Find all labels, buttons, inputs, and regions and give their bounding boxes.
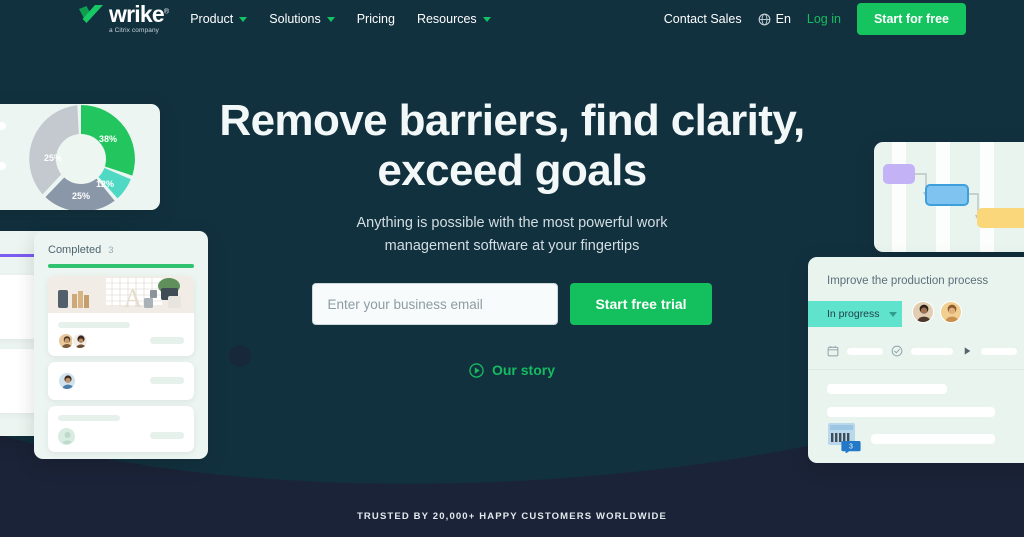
nav-actions: Contact Sales En Log in Start for free — [664, 3, 966, 35]
logo-wordmark: wrike® — [109, 1, 169, 28]
nav-item-solutions[interactable]: Solutions — [269, 12, 335, 26]
nav-item-pricing[interactable]: Pricing — [357, 12, 395, 26]
start-for-free-button[interactable]: Start for free — [856, 3, 966, 35]
nav-item-resources[interactable]: Resources — [417, 12, 491, 26]
nav-item-label: Product — [190, 12, 234, 26]
attachment-count: 3 — [849, 444, 853, 451]
avatar-placeholder[interactable] — [58, 428, 75, 445]
placeholder-bar — [827, 407, 995, 417]
chevron-down-icon — [482, 16, 491, 22]
page-root: 38% 12% 25% 25% Completed 3 A Improve th… — [0, 0, 1024, 537]
attachment-thumbnail[interactable]: 3 — [827, 423, 863, 453]
contact-sales-link[interactable]: Contact Sales — [664, 12, 742, 26]
placeholder-bar — [58, 415, 120, 421]
play-circle-icon — [469, 363, 484, 378]
placeholder-bar — [871, 434, 995, 444]
globe-icon — [758, 13, 770, 25]
chevron-down-icon — [239, 16, 248, 22]
logo-tagline: a Citrix company — [109, 27, 160, 35]
wrike-checkmark-icon — [79, 5, 103, 24]
nav-item-label: Pricing — [356, 12, 395, 26]
our-story-label: Our story — [491, 362, 555, 379]
placeholder-bar — [150, 432, 184, 439]
nav-links: Product Solutions Pricing Resources — [190, 12, 491, 26]
top-navigation: wrike® a Citrix company Product Solution… — [0, 0, 1024, 38]
placeholder-bar — [827, 384, 947, 394]
logo[interactable]: wrike® a Citrix company — [79, 1, 169, 35]
task-card[interactable] — [48, 406, 194, 452]
logo-name: wrike — [109, 1, 165, 28]
page-title: Remove barriers, find clarity, exceed go… — [0, 96, 1024, 196]
hero-subtitle: Anything is possible with the most power… — [0, 212, 1024, 257]
language-label: En — [775, 12, 791, 26]
hero-section: Remove barriers, find clarity, exceed go… — [0, 0, 1024, 378]
email-field[interactable] — [312, 283, 559, 326]
hero-subtitle-line-1: Anything is possible with the most power… — [356, 215, 668, 232]
start-free-trial-button[interactable]: Start free trial — [570, 283, 712, 326]
signup-form: Start free trial — [0, 283, 1024, 326]
hero-subtitle-line-2: management software at your fingertips — [384, 237, 640, 254]
hero-title-line-2: exceed goals — [377, 146, 647, 196]
nav-item-product[interactable]: Product — [190, 12, 248, 26]
language-switcher[interactable]: En — [758, 12, 791, 26]
our-story-link[interactable]: Our story — [0, 362, 1024, 378]
registered-mark: ® — [163, 8, 169, 16]
nav-item-label: Resources — [416, 12, 477, 26]
hero-title-line-1: Remove barriers, find clarity, — [219, 96, 805, 145]
trusted-by-text: TRUSTED BY 20,000+ HAPPY CUSTOMERS WORLD… — [356, 511, 668, 522]
nav-item-label: Solutions — [269, 12, 321, 26]
chevron-down-icon — [326, 16, 335, 22]
login-link[interactable]: Log in — [807, 12, 841, 26]
